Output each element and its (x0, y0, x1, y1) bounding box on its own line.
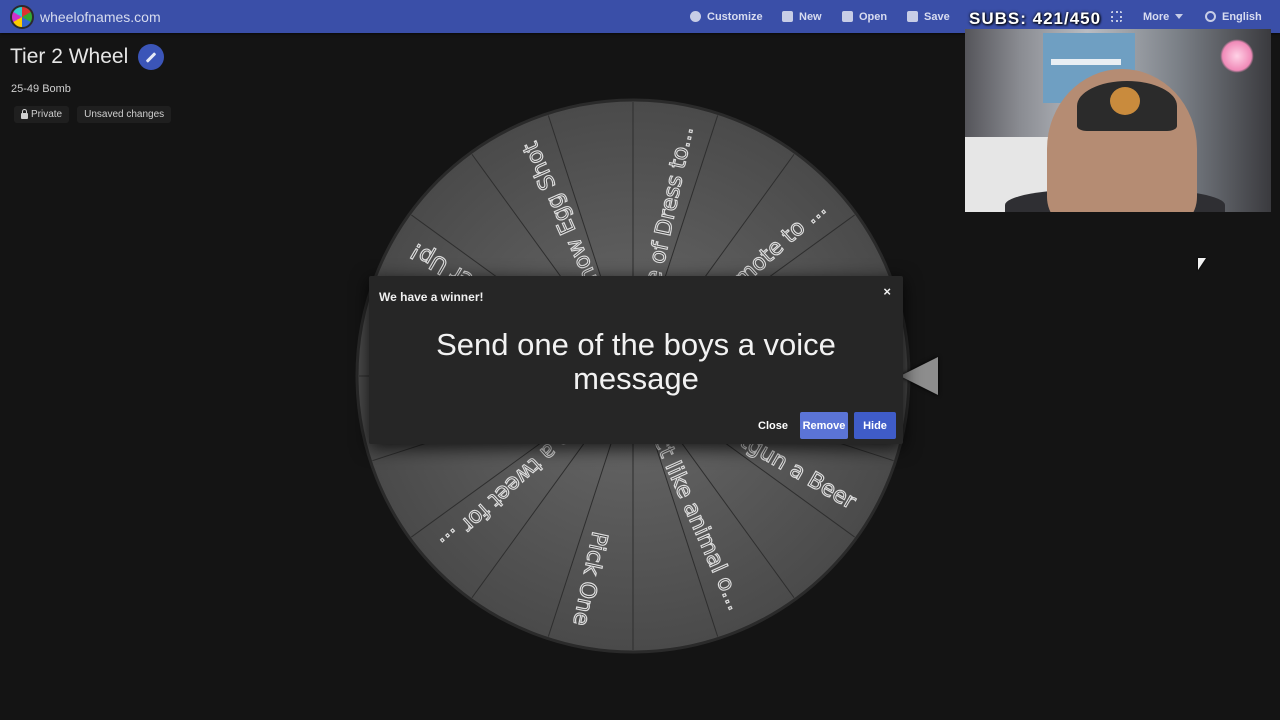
page-title: Tier 2 Wheel (10, 45, 129, 68)
new-button[interactable]: New (782, 0, 822, 33)
webcam-neon-light (1220, 39, 1254, 73)
chevron-down-icon (1175, 14, 1184, 19)
wheel-logo-icon (10, 4, 34, 29)
globe-icon (1205, 11, 1216, 22)
more-label: More (1143, 10, 1170, 23)
folder-icon (842, 11, 853, 22)
open-button[interactable]: Open (842, 0, 887, 33)
close-icon[interactable]: × (883, 284, 891, 299)
hide-button[interactable]: Hide (854, 412, 896, 439)
private-label: Private (31, 109, 63, 120)
unsaved-changes-tag: Unsaved changes (77, 106, 172, 123)
winner-dialog: We have a winner! × Send one of the boys… (369, 276, 903, 444)
wheel-tags: Private Unsaved changes (14, 106, 172, 123)
subs-counter: SUBS: 421/450 (969, 9, 1102, 28)
remove-button[interactable]: Remove (800, 412, 848, 439)
wheel-description: 25-49 Bomb (11, 83, 71, 95)
dialog-title: We have a winner! (379, 290, 484, 304)
customize-label: Customize (707, 10, 763, 23)
webcam-hat-logo (1110, 87, 1140, 115)
edit-title-button[interactable] (138, 44, 165, 70)
file-icon (782, 11, 793, 22)
unsaved-label: Unsaved changes (84, 109, 165, 120)
save-button[interactable]: Save (907, 0, 950, 33)
palette-icon (690, 11, 701, 22)
mouse-cursor (1198, 258, 1206, 270)
wheel-title-row: Tier 2 Wheel (10, 44, 165, 70)
customize-button[interactable]: Customize (690, 0, 763, 33)
open-label: Open (859, 10, 888, 23)
save-icon (907, 11, 918, 22)
language-label: English (1222, 10, 1262, 23)
brand-name: wheelofnames.com (40, 8, 161, 25)
new-label: New (799, 10, 822, 23)
winner-message: Send one of the boys a voice message (436, 327, 836, 396)
fullscreen-icon (1111, 11, 1122, 22)
webcam-shelf-board (1051, 59, 1121, 65)
webcam-overlay (965, 29, 1271, 212)
close-button[interactable]: Close (753, 412, 793, 439)
pencil-icon (145, 51, 157, 63)
wheel-pointer-icon (900, 357, 938, 395)
private-tag[interactable]: Private (14, 106, 70, 123)
brand[interactable]: wheelofnames.com (10, 4, 161, 29)
save-label: Save (924, 10, 950, 23)
lock-icon (21, 109, 28, 119)
